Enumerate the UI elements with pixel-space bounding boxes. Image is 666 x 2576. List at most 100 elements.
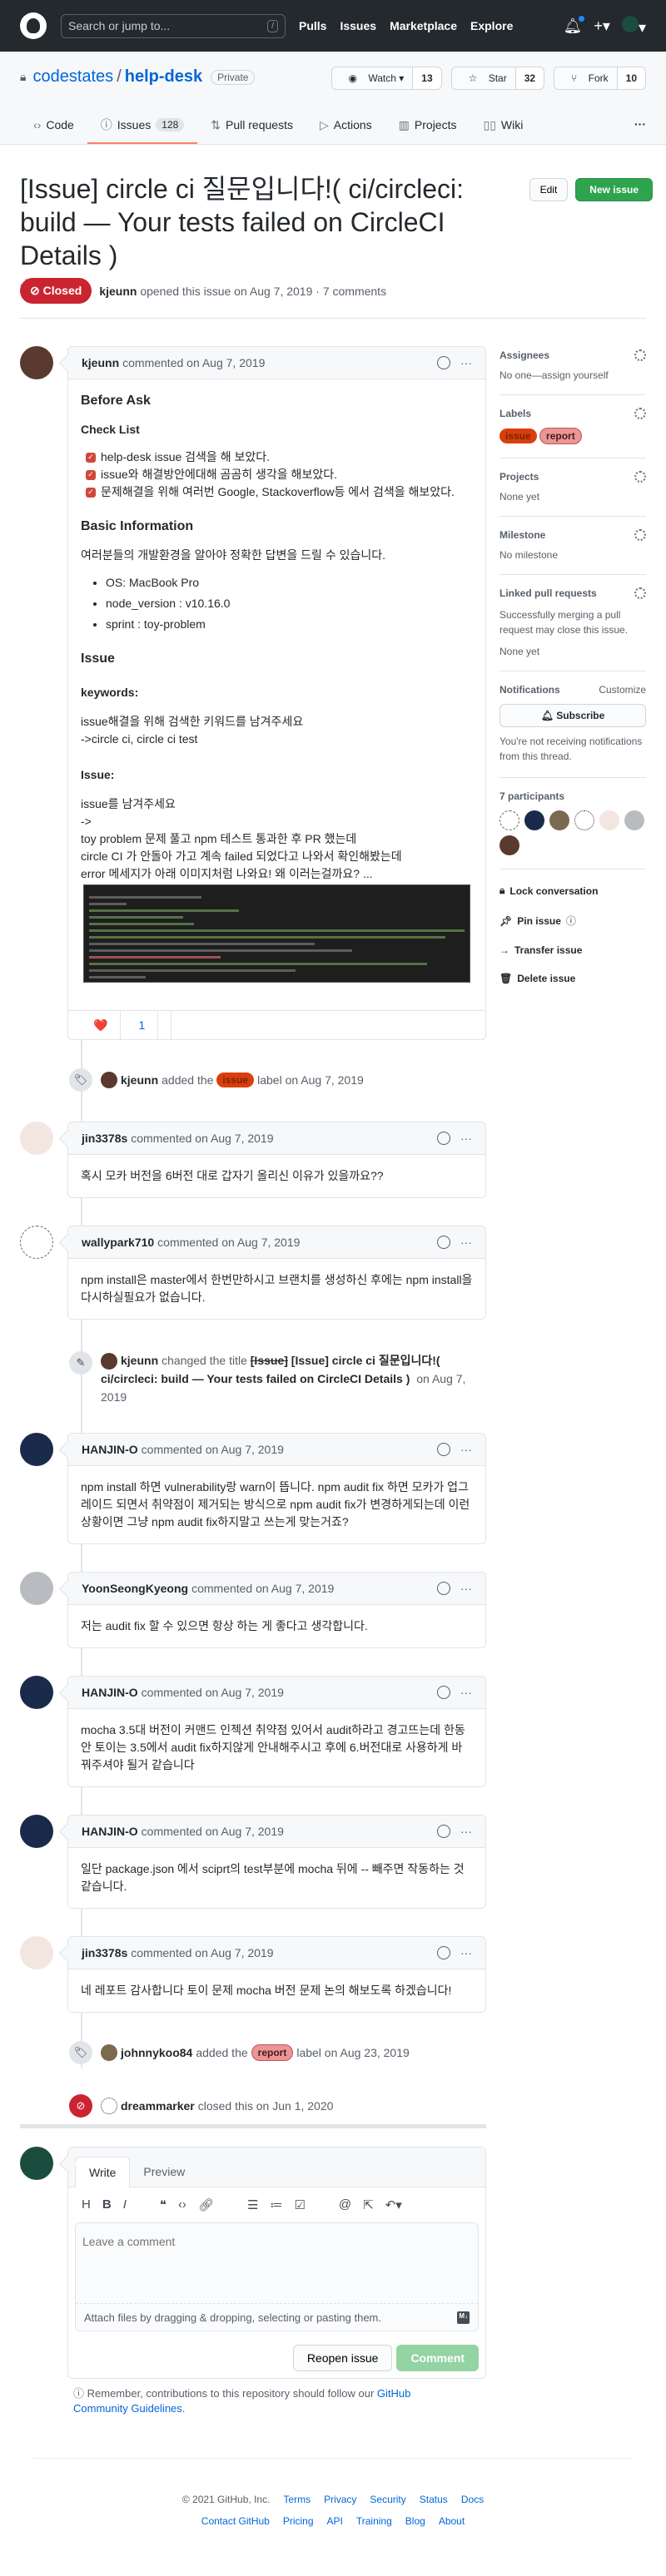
delete-issue-button[interactable]: 🗑︎ Delete issue [500, 973, 646, 984]
tab-actions[interactable]: ▷ Actions [306, 112, 385, 144]
attach-files-area[interactable]: Attach files by dragging & dropping, sel… [76, 2306, 478, 2329]
more-options-icon[interactable]: ··· [460, 356, 472, 369]
emoji-reaction-icon[interactable] [437, 356, 450, 369]
gear-icon[interactable] [634, 408, 646, 419]
cross-reference-icon[interactable]: ⇱ [363, 2197, 374, 2212]
search-input[interactable]: Search or jump to... / [61, 13, 286, 38]
more-options-icon[interactable]: ··· [460, 1132, 472, 1145]
tab-code[interactable]: ‹› Code [20, 112, 87, 144]
subscribe-button[interactable]: 🔔︎ Subscribe [500, 704, 646, 727]
emoji-reaction-icon[interactable] [437, 1132, 450, 1145]
tab-issues[interactable]: ⓘ Issues 128 [87, 112, 198, 144]
label-report[interactable]: report [539, 428, 582, 444]
avatar[interactable] [574, 810, 594, 830]
link-icon[interactable]: 🔗︎ [198, 2197, 214, 2212]
checkbox-checked-icon[interactable]: ✓ [86, 452, 96, 463]
user-avatar-dropdown[interactable]: ▾ [621, 15, 646, 37]
code-icon[interactable]: ‹› [178, 2197, 186, 2212]
footer-link-docs[interactable]: Docs [461, 2494, 484, 2505]
footer-link-training[interactable]: Training [356, 2515, 392, 2527]
more-options-icon[interactable]: ··· [460, 1582, 472, 1595]
label-issue[interactable]: issue [216, 1073, 255, 1087]
avatar[interactable] [20, 1433, 53, 1467]
label-issue[interactable]: issue [500, 429, 537, 443]
comment-button[interactable]: Comment [396, 2345, 479, 2371]
avatar[interactable] [20, 1936, 53, 1970]
checkbox-checked-icon[interactable]: ✓ [86, 487, 96, 498]
checkbox-checked-icon[interactable]: ✓ [86, 469, 96, 480]
avatar[interactable] [20, 1122, 53, 1155]
footer-link-status[interactable]: Status [420, 2494, 448, 2505]
avatar[interactable] [20, 346, 53, 379]
bullet-list-icon[interactable]: ☰ [247, 2197, 258, 2212]
avatar[interactable] [500, 835, 519, 855]
repo-owner-link[interactable]: codestates [32, 67, 113, 87]
footer-link-pricing[interactable]: Pricing [283, 2515, 314, 2527]
github-logo-icon[interactable] [20, 12, 47, 39]
gear-icon[interactable] [634, 587, 646, 599]
gear-icon[interactable] [634, 349, 646, 361]
nav-pulls[interactable]: Pulls [299, 19, 326, 32]
footer-link-security[interactable]: Security [370, 2494, 405, 2505]
avatar[interactable] [20, 1572, 53, 1606]
star-button[interactable]: ☆ Star 32 [450, 67, 545, 90]
tab-wiki[interactable]: ▯▯ Wiki [470, 112, 536, 144]
more-options-icon[interactable]: ··· [460, 1825, 472, 1838]
emoji-reaction-icon[interactable] [437, 1443, 450, 1457]
quote-icon[interactable]: ❝ [160, 2197, 166, 2212]
more-options-icon[interactable]: ··· [460, 1443, 472, 1456]
tab-preview[interactable]: Preview [130, 2157, 198, 2187]
new-issue-button[interactable]: New issue [575, 178, 653, 201]
tab-pull-requests[interactable]: ⇅ Pull requests [197, 112, 306, 144]
gear-icon[interactable] [634, 529, 646, 541]
task-list-icon[interactable]: ☑ [294, 2197, 305, 2212]
pin-issue-button[interactable]: 📌︎ Pin issue ⓘ [500, 914, 646, 928]
avatar[interactable] [20, 1815, 53, 1849]
customize-link[interactable]: Customize [599, 684, 646, 696]
assign-yourself-link[interactable]: No one—assign yourself [500, 369, 609, 381]
more-tabs-icon[interactable]: ··· [634, 112, 646, 136]
footer-link-terms[interactable]: Terms [283, 2494, 311, 2505]
nav-marketplace[interactable]: Marketplace [390, 19, 457, 32]
nav-explore[interactable]: Explore [470, 19, 513, 32]
avatar[interactable] [524, 810, 544, 830]
emoji-reaction-icon[interactable] [437, 1686, 450, 1700]
fork-button[interactable]: ⑂ Fork 10 [554, 67, 646, 90]
comment-author[interactable]: kjeunn [82, 356, 119, 369]
italic-icon[interactable]: I [123, 2197, 127, 2212]
numbered-list-icon[interactable]: ≔ [270, 2197, 282, 2212]
tab-write[interactable]: Write [75, 2157, 131, 2187]
heading-icon[interactable]: H [82, 2197, 91, 2212]
error-screenshot-image[interactable] [83, 884, 470, 983]
avatar[interactable] [20, 1226, 53, 1259]
emoji-reaction-icon[interactable] [437, 1236, 450, 1249]
emoji-reaction-icon[interactable] [437, 1946, 450, 1960]
footer-link-api[interactable]: API [327, 2515, 343, 2527]
reply-icon[interactable]: ↶▾ [385, 2197, 402, 2212]
comment-textarea[interactable] [76, 2223, 478, 2304]
heart-reaction[interactable]: ❤️ 1 [68, 1010, 172, 1040]
tab-projects[interactable]: ▥ Projects [385, 112, 470, 144]
bell-icon[interactable]: 🔔︎ [564, 15, 585, 35]
nav-issues[interactable]: Issues [340, 19, 376, 32]
avatar[interactable] [500, 810, 519, 830]
footer-link-privacy[interactable]: Privacy [324, 2494, 356, 2505]
footer-link-blog[interactable]: Blog [405, 2515, 425, 2527]
author-link[interactable]: kjeunn [99, 285, 137, 298]
more-options-icon[interactable]: ··· [460, 1686, 472, 1699]
watch-button[interactable]: ◉ Watch ▾ 13 [331, 67, 442, 90]
bold-icon[interactable]: B [102, 2197, 112, 2212]
footer-link-about[interactable]: About [439, 2515, 465, 2527]
avatar[interactable] [20, 1676, 53, 1710]
reopen-issue-button[interactable]: Reopen issue [292, 2345, 393, 2371]
more-options-icon[interactable]: ··· [460, 1946, 472, 1959]
footer-link-contact[interactable]: Contact GitHub [201, 2515, 270, 2527]
more-options-icon[interactable]: ··· [460, 1236, 472, 1249]
mention-icon[interactable]: @ [339, 2197, 351, 2212]
avatar[interactable] [624, 810, 644, 830]
edit-button[interactable]: Edit [529, 178, 569, 201]
emoji-reaction-icon[interactable] [437, 1582, 450, 1596]
emoji-reaction-icon[interactable] [437, 1825, 450, 1839]
plus-dropdown-icon[interactable]: +▾ [594, 17, 610, 35]
gear-icon[interactable] [634, 471, 646, 483]
